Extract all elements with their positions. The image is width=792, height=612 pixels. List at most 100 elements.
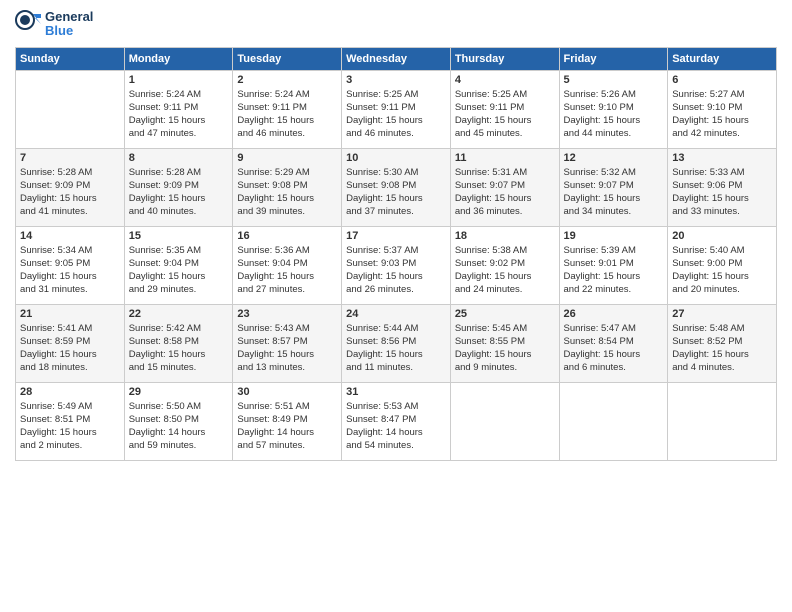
day-number: 16 (237, 230, 337, 242)
day-number: 24 (346, 308, 446, 320)
day-cell: 1Sunrise: 5:24 AM Sunset: 9:11 PM Daylig… (124, 70, 233, 148)
header-cell-sunday: Sunday (16, 47, 125, 70)
day-cell: 21 Sunrise: 5:41 AM Sunset: 8:59 PM Dayli… (16, 304, 125, 382)
day-cell: 11Sunrise: 5:31 AM Sunset: 9:07 PM Dayli… (450, 148, 559, 226)
day-number: 26 (564, 308, 664, 320)
day-cell: 29Sunrise: 5:50 AM Sunset: 8:50 PM Dayli… (124, 382, 233, 460)
day-number: 2 (237, 74, 337, 86)
day-cell: 12 Sunrise: 5:32 AM Sunset: 9:07 PM Dayli… (559, 148, 668, 226)
day-cell: 6 Sunrise: 5:27 AM Sunset: 9:10 PM Daylig… (668, 70, 777, 148)
day-info: Sunrise: 5:25 AM Sunset: 9:11 PM Dayligh… (346, 88, 446, 141)
day-number: 28 (20, 386, 120, 398)
day-number: 4 (455, 74, 555, 86)
day-cell: 4 Sunrise: 5:25 AM Sunset: 9:11 PM Daylig… (450, 70, 559, 148)
day-info: Sunrise: 5:36 AM Sunset: 9:04 PM Dayligh… (237, 244, 337, 297)
day-number: 21 (20, 308, 120, 320)
day-info: Sunrise: 5:48 AM Sunset: 8:52 PM Dayligh… (672, 322, 772, 375)
day-cell: 20 Sunrise: 5:40 AM Sunset: 9:00 PM Dayli… (668, 226, 777, 304)
day-number: 22 (129, 308, 229, 320)
day-cell: 19Sunrise: 5:39 AM Sunset: 9:01 PM Dayli… (559, 226, 668, 304)
day-info: Sunrise: 5:29 AM Sunset: 9:08 PM Dayligh… (237, 166, 337, 219)
day-info: Sunrise: 5:28 AM Sunset: 9:09 PM Dayligh… (20, 166, 120, 219)
day-info: Sunrise: 5:35 AM Sunset: 9:04 PM Dayligh… (129, 244, 229, 297)
day-cell: 27 Sunrise: 5:48 AM Sunset: 8:52 PM Dayli… (668, 304, 777, 382)
week-row-1: 1 Sunrise: 5:24 AM Sunset: 9:11 PM Daylig… (16, 70, 777, 148)
day-info: Sunrise: 5:32 AM Sunset: 9:07 PM Dayligh… (564, 166, 664, 219)
day-cell: 9 Sunrise: 5:29 AM Sunset: 9:08 PM Daylig… (233, 148, 342, 226)
day-cell: 7Sunrise: 5:28 AM Sunset: 9:09 PM Daylig… (16, 148, 125, 226)
day-number: 17 (346, 230, 446, 242)
header-cell-saturday: Saturday (668, 47, 777, 70)
day-number: 31 (346, 386, 446, 398)
day-cell: 15 Sunrise: 5:35 AM Sunset: 9:04 PM Dayli… (124, 226, 233, 304)
day-info: Sunrise: 5:47 AM Sunset: 8:54 PM Dayligh… (564, 322, 664, 375)
day-number: 5 (564, 74, 664, 86)
day-cell: 18 Sunrise: 5:38 AM Sunset: 9:02 PM Dayli… (450, 226, 559, 304)
day-cell: 31 Sunrise: 5:53 AM Sunset: 8:47 PM Dayli… (342, 382, 451, 460)
day-info: Sunrise: 5:27 AM Sunset: 9:10 PM Dayligh… (672, 88, 772, 141)
day-info: Sunrise: 5:44 AM Sunset: 8:56 PM Dayligh… (346, 322, 446, 375)
day-number: 1 (129, 74, 229, 86)
day-number: 9 (237, 152, 337, 164)
day-number: 6 (672, 74, 772, 86)
day-info: Sunrise: 5:41 AM Sunset: 8:59 PM Dayligh… (20, 322, 120, 375)
day-number: 12 (564, 152, 664, 164)
week-row-5: 28 Sunrise: 5:49 AM Sunset: 8:51 PM Dayli… (16, 382, 777, 460)
day-cell (16, 70, 125, 148)
day-number: 30 (237, 386, 337, 398)
day-number: 27 (672, 308, 772, 320)
day-cell: 25 Sunrise: 5:45 AM Sunset: 8:55 PM Dayli… (450, 304, 559, 382)
day-info: Sunrise: 5:34 AM Sunset: 9:05 PM Dayligh… (20, 244, 120, 297)
day-cell: 26 Sunrise: 5:47 AM Sunset: 8:54 PM Dayli… (559, 304, 668, 382)
day-number: 25 (455, 308, 555, 320)
day-info: Sunrise: 5:53 AM Sunset: 8:47 PM Dayligh… (346, 400, 446, 453)
calendar-table: SundayMondayTuesdayWednesdayThursdayFrid… (15, 47, 777, 461)
day-cell: 16 Sunrise: 5:36 AM Sunset: 9:04 PM Dayli… (233, 226, 342, 304)
day-number: 15 (129, 230, 229, 242)
day-info: Sunrise: 5:25 AM Sunset: 9:11 PM Dayligh… (455, 88, 555, 141)
day-cell: 24 Sunrise: 5:44 AM Sunset: 8:56 PM Dayli… (342, 304, 451, 382)
day-number: 23 (237, 308, 337, 320)
day-number: 3 (346, 74, 446, 86)
day-info: Sunrise: 5:38 AM Sunset: 9:02 PM Dayligh… (455, 244, 555, 297)
day-cell: 8 Sunrise: 5:28 AM Sunset: 9:09 PM Daylig… (124, 148, 233, 226)
day-number: 8 (129, 152, 229, 164)
day-info: Sunrise: 5:24 AM Sunset: 9:11 PM Dayligh… (237, 88, 337, 141)
day-cell: 13 Sunrise: 5:33 AM Sunset: 9:06 PM Dayli… (668, 148, 777, 226)
header-cell-thursday: Thursday (450, 47, 559, 70)
day-cell: 10Sunrise: 5:30 AM Sunset: 9:08 PM Dayli… (342, 148, 451, 226)
day-number: 13 (672, 152, 772, 164)
day-info: Sunrise: 5:50 AM Sunset: 8:50 PM Dayligh… (129, 400, 229, 453)
day-info: Sunrise: 5:49 AM Sunset: 8:51 PM Dayligh… (20, 400, 120, 453)
day-info: Sunrise: 5:43 AM Sunset: 8:57 PM Dayligh… (237, 322, 337, 375)
day-info: Sunrise: 5:28 AM Sunset: 9:09 PM Dayligh… (129, 166, 229, 219)
header-cell-tuesday: Tuesday (233, 47, 342, 70)
day-cell: 23 Sunrise: 5:43 AM Sunset: 8:57 PM Dayli… (233, 304, 342, 382)
day-number: 14 (20, 230, 120, 242)
header-cell-friday: Friday (559, 47, 668, 70)
day-info: Sunrise: 5:26 AM Sunset: 9:10 PM Dayligh… (564, 88, 664, 141)
day-cell: 30 Sunrise: 5:51 AM Sunset: 8:49 PM Dayli… (233, 382, 342, 460)
day-info: Sunrise: 5:51 AM Sunset: 8:49 PM Dayligh… (237, 400, 337, 453)
week-row-2: 7Sunrise: 5:28 AM Sunset: 9:09 PM Daylig… (16, 148, 777, 226)
day-info: Sunrise: 5:40 AM Sunset: 9:00 PM Dayligh… (672, 244, 772, 297)
day-info: Sunrise: 5:42 AM Sunset: 8:58 PM Dayligh… (129, 322, 229, 375)
day-cell: 5 Sunrise: 5:26 AM Sunset: 9:10 PM Daylig… (559, 70, 668, 148)
logo-text: General Blue (15, 10, 93, 39)
day-cell: 3 Sunrise: 5:25 AM Sunset: 9:11 PM Daylig… (342, 70, 451, 148)
day-cell (450, 382, 559, 460)
day-cell: 17 Sunrise: 5:37 AM Sunset: 9:03 PM Dayli… (342, 226, 451, 304)
day-number: 18 (455, 230, 555, 242)
day-info: Sunrise: 5:39 AM Sunset: 9:01 PM Dayligh… (564, 244, 664, 297)
header-cell-monday: Monday (124, 47, 233, 70)
day-cell (559, 382, 668, 460)
day-info: Sunrise: 5:31 AM Sunset: 9:07 PM Dayligh… (455, 166, 555, 219)
day-info: Sunrise: 5:33 AM Sunset: 9:06 PM Dayligh… (672, 166, 772, 219)
day-info: Sunrise: 5:37 AM Sunset: 9:03 PM Dayligh… (346, 244, 446, 297)
day-number: 20 (672, 230, 772, 242)
logo: General Blue (15, 10, 93, 39)
header-row: SundayMondayTuesdayWednesdayThursdayFrid… (16, 47, 777, 70)
week-row-3: 14 Sunrise: 5:34 AM Sunset: 9:05 PM Dayli… (16, 226, 777, 304)
header-cell-wednesday: Wednesday (342, 47, 451, 70)
day-info: Sunrise: 5:45 AM Sunset: 8:55 PM Dayligh… (455, 322, 555, 375)
